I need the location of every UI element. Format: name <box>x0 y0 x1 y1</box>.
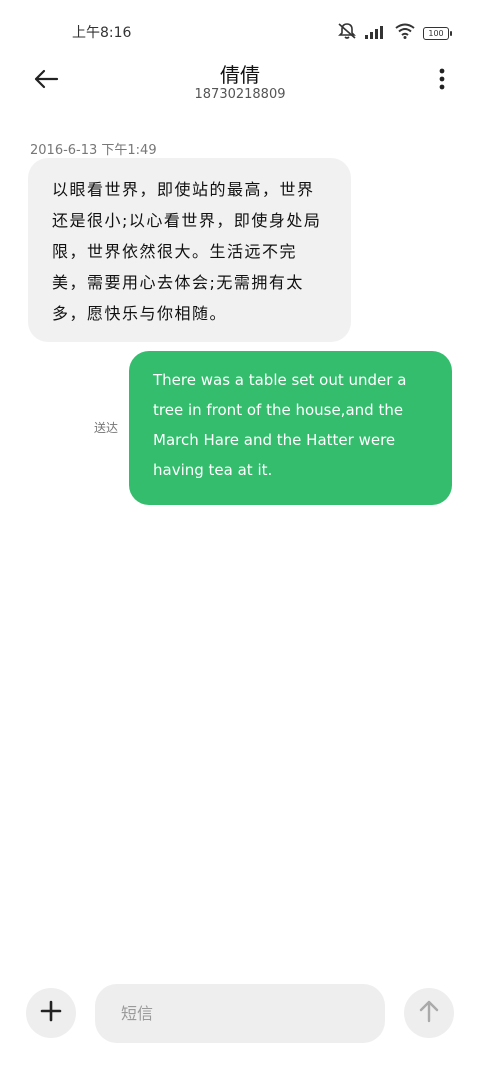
outgoing-message-bubble[interactable]: There was a table set out under a tree i… <box>129 351 452 505</box>
status-time: 上午8:16 <box>72 25 132 41</box>
message-input[interactable] <box>95 984 385 1043</box>
contact-name: 倩倩 <box>220 63 260 87</box>
status-bar: 上午8:16 100 <box>0 0 480 62</box>
battery-icon: 100 <box>423 26 452 40</box>
composer-bar <box>0 984 480 1044</box>
battery-level: 100 <box>423 26 449 40</box>
conversation-header: 倩倩 18730218809 <box>0 55 480 105</box>
more-options-button[interactable] <box>430 65 454 97</box>
status-icons: 100 <box>337 22 452 44</box>
message-timestamp: 2016-6-13 下午1:49 <box>30 143 157 158</box>
more-vertical-icon <box>439 68 445 94</box>
delivery-status: 送达 <box>94 421 119 435</box>
send-arrow-icon <box>418 999 440 1027</box>
wifi-icon <box>395 23 415 43</box>
send-button[interactable] <box>404 988 454 1038</box>
contact-phone: 18730218809 <box>194 87 286 102</box>
add-attachment-button[interactable] <box>26 988 76 1038</box>
mute-icon <box>337 22 357 44</box>
signal-icon <box>365 24 387 43</box>
plus-icon <box>40 1000 62 1026</box>
incoming-message-bubble[interactable]: 以眼看世界，即使站的最高，世界还是很小;以心看世界，即使身处局限，世界依然很大。… <box>28 158 351 342</box>
